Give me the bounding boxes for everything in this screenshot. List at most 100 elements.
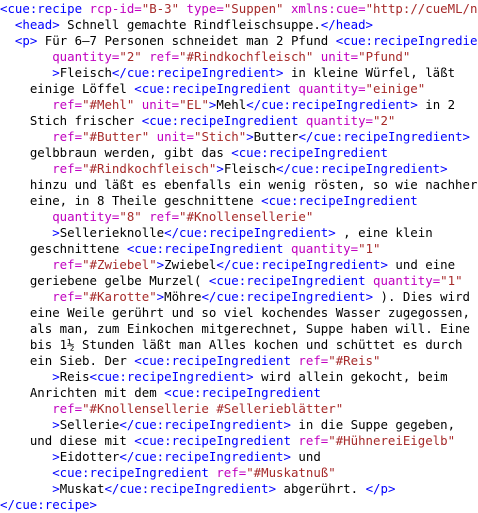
text-token: , eine klein (335, 225, 433, 240)
attr-value-token: "http://cueML/ns" (365, 1, 478, 16)
tag-token: <cue:recipeIngredient> (89, 369, 254, 384)
code-line: <cue:recipe rcp-id="B-3" type="Suppen" x… (0, 1, 478, 17)
attr-value-token: "B-3" (141, 1, 187, 16)
code-line: >Sellerieknolle</cue:recipeIngredient> ,… (0, 225, 478, 241)
code-line: ref="#Butter" unit="Stich">Butter</cue:r… (0, 129, 478, 145)
tag-token: <cue:recipeIngredient (134, 353, 299, 368)
attr-name-token: quantity= (290, 241, 359, 256)
tag-token: </cue:recipe> (0, 497, 97, 512)
code-line: Anrichten mit dem <cue:recipeIngredient (0, 385, 478, 401)
tag-token: <cue:recipeIngredient (231, 145, 388, 160)
tag-token: </cue:recipeIngredient> (119, 449, 291, 464)
attr-name-token: ref= (52, 401, 83, 416)
attr-value-token: "#Mehl" (82, 97, 142, 112)
text-token: und (290, 449, 321, 464)
text-token: Möhre (164, 289, 202, 304)
tag-token: > (52, 369, 60, 384)
tag-token: <p> (14, 33, 38, 48)
attr-name-token: ref= (52, 161, 83, 176)
tag-token: <cue:recipeIngredient (134, 81, 299, 96)
text-token: Stich frischer (29, 113, 142, 128)
tag-token: > (52, 481, 60, 496)
code-line: einige Löffel <cue:recipeIngredient quan… (0, 81, 478, 97)
text-token: Für 6–7 Personen schneidet man 2 Pfund (37, 33, 336, 48)
attr-name-token: ref= (149, 209, 180, 224)
text-token: Fleisch (59, 65, 112, 80)
code-line: <cue:recipeIngredient ref="#Muskatnuß" (0, 465, 478, 481)
tag-token: > (52, 65, 60, 80)
attr-value-token: "#Reis" (328, 353, 381, 368)
text-token: Sellerie (59, 417, 120, 432)
tag-token: <cue:recipeIngredient (261, 193, 418, 208)
attr-name-token: quantity= (52, 49, 120, 64)
attr-value-token: "#HühnereiEigelb" (328, 433, 456, 448)
attr-name-token: ref= (52, 129, 83, 144)
attr-value-token: "#Butter" (82, 129, 157, 144)
attr-name-token: quantity= (298, 81, 366, 96)
tag-token: </head> (320, 17, 373, 32)
attr-value-token: "Suppen" (223, 1, 291, 16)
attr-value-token: "2" (373, 113, 396, 128)
tag-token: </cue:recipeIngredient> (119, 417, 291, 432)
code-line: hinzu und läßt es ebenfalls ein wenig rö… (0, 177, 478, 193)
text-token: als man, zum Einkochen mitgerechnet, Sup… (29, 321, 470, 336)
code-line: </cue:recipe> (0, 497, 478, 513)
attr-name-token: unit= (156, 129, 194, 144)
tag-token: > (52, 417, 60, 432)
code-line: >Sellerie</cue:recipeIngredient> in die … (0, 417, 478, 433)
text-token: ). Dies wird (373, 289, 471, 304)
text-token: Mehl (216, 97, 247, 112)
text-token: abgerührt. (276, 481, 366, 496)
text-token: und diese mit (29, 433, 135, 448)
text-token: Eidotter (59, 449, 120, 464)
attr-value-token: "Pfund" (358, 49, 411, 64)
attr-value-token: "1" (358, 241, 381, 256)
tag-token: <cue:recipeIngredient (126, 241, 291, 256)
attr-value-token: "#Rindkochfleisch" (82, 161, 217, 176)
attr-value-token: "#Knollensellerie" (179, 209, 314, 224)
code-line: ref="#Zwiebel">Zwiebel</cue:recipeIngred… (0, 257, 478, 273)
text-token: Fleisch (223, 161, 277, 176)
code-line: als man, zum Einkochen mitgerechnet, Sup… (0, 321, 478, 337)
attr-name-token: unit= (320, 49, 359, 64)
code-line: >Muskat</cue:recipeIngredient> abgerührt… (0, 481, 478, 497)
code-line: ref="#Rindkochfleisch">Fleisch</cue:reci… (0, 161, 478, 177)
attr-name-token: ref= (52, 97, 83, 112)
attr-value-token: "#Knollensellerie #Sellerieblätter" (82, 401, 344, 416)
attr-name-token: ref= (298, 433, 329, 448)
code-line: geschnittene <cue:recipeIngredient quant… (0, 241, 478, 257)
code-line: Stich frischer <cue:recipeIngredient qua… (0, 113, 478, 129)
tag-token: </cue:recipeIngredient> (276, 161, 448, 176)
attr-value-token: "einige" (365, 81, 426, 96)
code-line: ein Sieb. Der <cue:recipeIngredient ref=… (0, 353, 478, 369)
text-token: Sellerieknolle (59, 225, 165, 240)
tag-token: </cue:recipeIngredient> (164, 225, 336, 240)
attr-name-token: quantity= (52, 209, 120, 224)
text-token: in die Suppe gegeben, (290, 417, 456, 432)
tag-token: </cue:recipeIngredient> (201, 289, 374, 304)
attr-name-token: quantity= (305, 113, 374, 128)
attr-value-token: "#Rindkochfleisch" (179, 49, 321, 64)
tag-token: </cue:recipeIngredient> (111, 65, 284, 80)
code-line: eine Weile gerührt und so viel kochendes… (0, 305, 478, 321)
tag-token: > (52, 225, 60, 240)
tag-token: > (246, 129, 254, 144)
